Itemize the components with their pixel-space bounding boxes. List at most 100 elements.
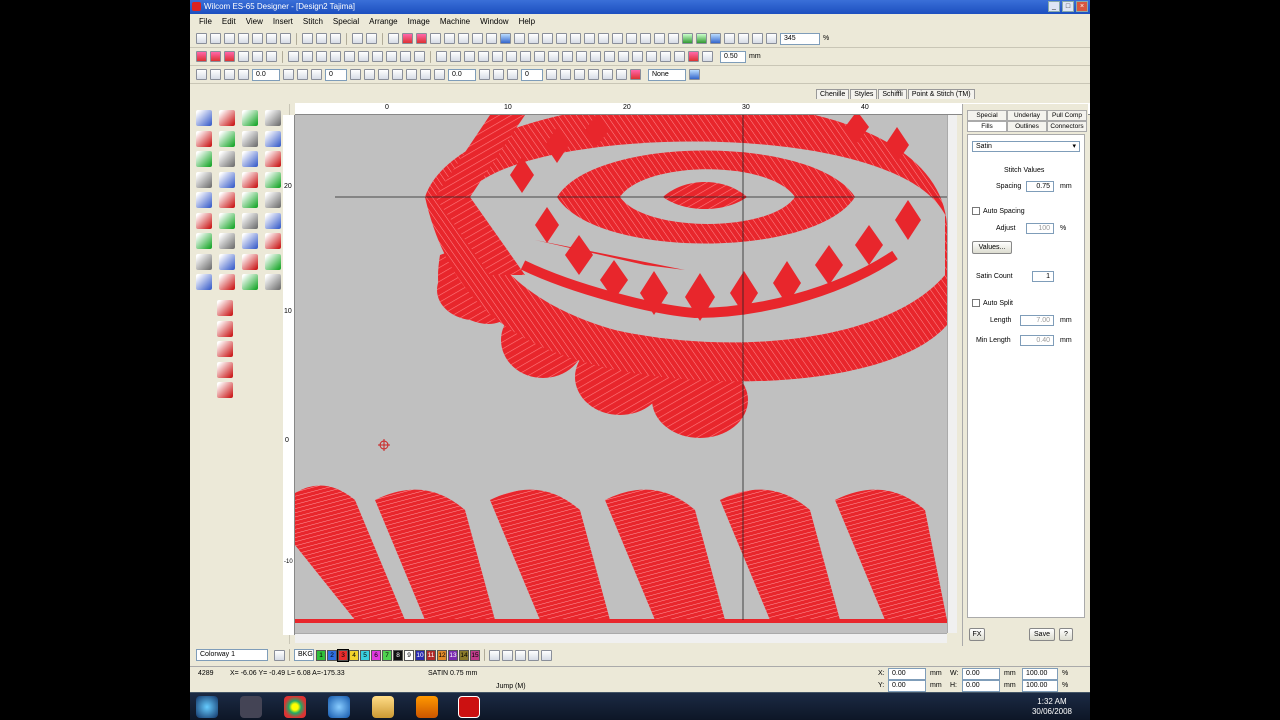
motif-fill-icon[interactable] [266,51,277,62]
pattern-icon[interactable] [219,192,235,208]
mirror-icon[interactable] [562,51,573,62]
values-button[interactable]: Values... [972,241,1012,254]
pen-icon[interactable] [219,253,235,270]
show-outlines-icon[interactable] [416,33,427,44]
menu-edit[interactable]: Edit [217,14,241,30]
menu-window[interactable]: Window [475,14,513,30]
cut-icon[interactable] [302,33,313,44]
system-clock[interactable]: 1:32 AM 30/06/2008 [1032,697,1072,717]
stamp-icon[interactable] [265,212,281,229]
tab-schiffli[interactable]: Schiffli [878,89,907,99]
thread-swatch[interactable]: 5 [360,649,370,661]
minimize-button[interactable]: _ [1048,1,1060,12]
arrange-icon[interactable] [618,51,629,62]
lettering-icon[interactable] [219,212,235,229]
transform-field-d[interactable]: 0 [521,68,543,81]
copy-icon[interactable] [316,33,327,44]
send-icon[interactable] [266,33,277,44]
x-field[interactable]: 0.00 [888,668,926,680]
folder-icon[interactable] [372,696,394,718]
distribute-icon[interactable] [548,51,559,62]
palette-icon[interactable] [274,649,285,661]
stitch-edit-icon[interactable] [242,110,258,126]
tab-styles[interactable]: Styles [850,89,878,99]
menu-image[interactable]: Image [403,14,435,30]
tab-pull-comp[interactable]: Pull Comp [1047,110,1087,121]
length-input[interactable]: 7.00 [1020,315,1054,326]
w-field[interactable]: 0.00 [962,668,1000,680]
media-player-icon[interactable] [240,696,262,718]
tab-connectors[interactable]: Connectors [1047,121,1087,132]
3d-icon[interactable] [386,51,397,62]
fill-icon[interactable] [238,51,249,62]
satin-icon[interactable] [196,212,212,229]
hoop-icon[interactable] [602,69,613,80]
thread-swatch[interactable]: 1 [316,649,326,661]
arc-icon[interactable] [265,130,281,147]
grid-icon[interactable] [486,33,497,44]
tatami-icon[interactable] [210,51,221,62]
fx-button[interactable]: FX [969,628,985,641]
zoom-fit-icon[interactable] [738,33,749,44]
select-icon[interactable] [196,110,212,126]
scissors-icon[interactable] [616,69,627,80]
filter-icon[interactable] [612,33,623,44]
skew-icon[interactable] [297,69,308,80]
feather-icon[interactable] [196,274,212,290]
thread-swatch[interactable]: 9 [404,649,414,661]
rectangle-icon[interactable] [265,192,281,208]
line-icon[interactable] [265,110,281,126]
design-info-icon[interactable] [584,33,595,44]
skew-icon[interactable] [311,69,322,80]
polygon-icon[interactable] [219,130,235,147]
select-icon[interactable] [196,69,207,80]
menu-machine[interactable]: Machine [435,14,475,30]
tab-special[interactable]: Special [967,110,1007,121]
scale-icon[interactable] [350,69,361,80]
satin-icon[interactable] [196,51,207,62]
show-stitches-icon[interactable] [402,33,413,44]
rotate-icon[interactable] [224,69,235,80]
thread-swatch[interactable]: 7 [382,649,392,661]
paste-icon[interactable] [330,33,341,44]
new-file-icon[interactable] [196,33,207,44]
align-icon[interactable] [520,51,531,62]
thread-swatch[interactable]: 15 [470,649,480,661]
arrange-icon[interactable] [660,51,671,62]
stipple-icon[interactable] [414,51,425,62]
stitch-tool-icon[interactable] [217,320,233,337]
color-blend-icon[interactable] [528,649,539,661]
tab-outlines[interactable]: Outlines [1007,121,1047,132]
thread-swatch[interactable]: 12 [437,649,447,661]
save-icon[interactable] [224,33,235,44]
pattern-fill-icon[interactable] [252,51,263,62]
scale-icon[interactable] [364,69,375,80]
print-preview-icon[interactable] [252,33,263,44]
circle-icon[interactable] [682,33,693,44]
color-wizard-icon[interactable] [515,649,526,661]
redo-icon[interactable] [366,33,377,44]
arrange-icon[interactable] [674,51,685,62]
arrange-icon[interactable] [632,51,643,62]
run-icon[interactable] [224,51,235,62]
menu-help[interactable]: Help [514,14,540,30]
vertical-scrollbar[interactable] [947,115,957,633]
skew-icon[interactable] [283,69,294,80]
rotate-icon[interactable] [238,69,249,80]
horizontal-scrollbar[interactable] [295,633,947,643]
distribute-icon[interactable] [534,51,545,62]
fill-type-select[interactable]: Satin ▾ [972,141,1080,152]
trim-icon[interactable] [630,69,641,80]
stitch-tool-icon[interactable] [217,361,233,378]
dotted-icon[interactable] [265,274,281,290]
show-grid-icon[interactable] [430,33,441,44]
rotate-icon[interactable] [590,51,601,62]
monogram-icon[interactable] [242,212,258,229]
auto-spacing-checkbox[interactable]: Auto Spacing [972,207,1025,215]
oval-icon[interactable] [265,171,281,188]
zoom-in-icon[interactable] [752,33,763,44]
rotate-icon[interactable] [604,51,615,62]
vlc-icon[interactable] [416,696,438,718]
zoom-out-icon[interactable] [766,33,777,44]
split-icon[interactable] [316,51,327,62]
